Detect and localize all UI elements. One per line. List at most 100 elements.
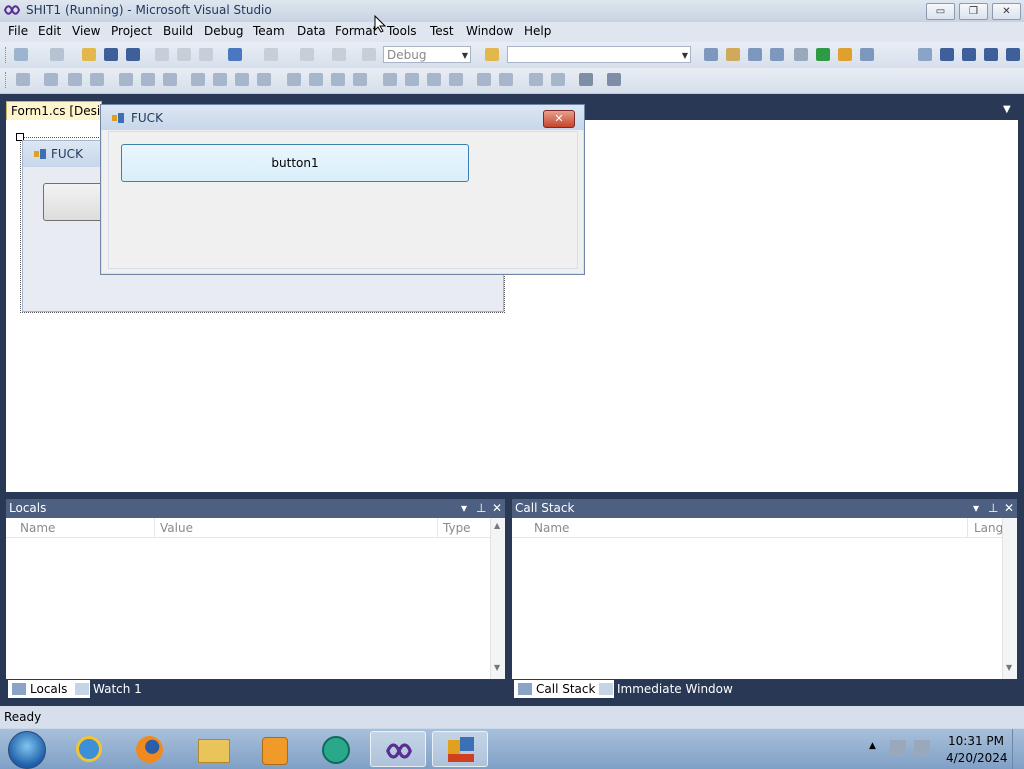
windows-form-app-icon[interactable]: [432, 731, 488, 767]
restore-button[interactable]: ❐: [959, 3, 988, 20]
add-item-icon[interactable]: [50, 48, 64, 61]
menu-debug[interactable]: Debug: [204, 24, 243, 38]
locals-close-icon[interactable]: ✕: [492, 499, 502, 518]
save-all-icon[interactable]: [126, 48, 140, 61]
remove-horizontal-spacing-icon[interactable]: [353, 73, 367, 86]
redo-icon[interactable]: [264, 48, 278, 61]
menu-project[interactable]: Project: [111, 24, 152, 38]
center-vertically-icon[interactable]: [499, 73, 513, 86]
align-middles-icon[interactable]: [141, 73, 155, 86]
cut-icon[interactable]: [155, 48, 169, 61]
menu-view[interactable]: View: [72, 24, 100, 38]
lock-controls-icon[interactable]: [607, 73, 621, 86]
tab-form1-design[interactable]: Form1.cs [Design]: [6, 101, 102, 120]
make-same-width-icon[interactable]: [191, 73, 205, 86]
clock-time[interactable]: 10:31 PM: [948, 734, 1004, 748]
media-player-icon[interactable]: [246, 731, 302, 767]
menu-format[interactable]: Format: [335, 24, 377, 38]
locals-pin-icon[interactable]: ⊥: [476, 499, 486, 518]
horizontal-spacing-equal-icon[interactable]: [287, 73, 301, 86]
show-hidden-icons-icon[interactable]: ▲: [869, 741, 876, 751]
navigate-forward-icon[interactable]: [332, 48, 346, 61]
align-bottoms-icon[interactable]: [163, 73, 177, 86]
find-combo[interactable]: ▼: [507, 46, 691, 63]
start-debugging-icon[interactable]: [362, 48, 376, 61]
running-form-close-button[interactable]: ✕: [543, 110, 575, 128]
align-tops-icon[interactable]: [119, 73, 133, 86]
make-same-height-icon[interactable]: [213, 73, 227, 86]
callstack-scrollbar[interactable]: ▼: [1002, 518, 1017, 679]
document-list-dropdown-icon[interactable]: ▼: [1003, 104, 1011, 115]
align-lefts-icon[interactable]: [44, 73, 58, 86]
callstack-close-icon[interactable]: ✕: [1004, 499, 1014, 518]
locals-col-type[interactable]: Type: [438, 518, 490, 538]
menu-help[interactable]: Help: [524, 24, 551, 38]
stop-debugging-icon[interactable]: [962, 48, 976, 61]
show-next-statement-icon[interactable]: [1006, 48, 1020, 61]
open-file-icon[interactable]: [82, 48, 96, 61]
paste-icon[interactable]: [199, 48, 213, 61]
properties-icon[interactable]: [726, 48, 740, 61]
align-rights-icon[interactable]: [90, 73, 104, 86]
close-button[interactable]: ✕: [992, 3, 1021, 20]
menu-test[interactable]: Test: [430, 24, 454, 38]
size-to-grid-icon[interactable]: [257, 73, 271, 86]
tab-order-icon[interactable]: [579, 73, 593, 86]
menu-edit[interactable]: Edit: [38, 24, 61, 38]
menu-build[interactable]: Build: [163, 24, 193, 38]
send-to-back-icon[interactable]: [551, 73, 565, 86]
toolbox-icon[interactable]: [770, 48, 784, 61]
increase-vertical-spacing-icon[interactable]: [405, 73, 419, 86]
solution-configuration-select[interactable]: Debug ▼: [383, 46, 471, 63]
visual-studio-icon[interactable]: [370, 731, 426, 767]
volume-muted-icon[interactable]: [914, 740, 930, 756]
locals-col-value[interactable]: Value: [155, 518, 438, 538]
align-to-grid-icon[interactable]: [16, 73, 30, 86]
scroll-down-icon[interactable]: ▼: [1006, 663, 1012, 672]
toolbar-grip[interactable]: [5, 47, 9, 63]
tab-immediate-window[interactable]: Immediate Window: [595, 680, 747, 698]
clock-date[interactable]: 4/20/2024: [946, 751, 1008, 765]
menu-tools[interactable]: Tools: [387, 24, 417, 38]
menu-file[interactable]: File: [8, 24, 28, 38]
design-button1[interactable]: [43, 183, 105, 221]
locals-scrollbar[interactable]: ▲ ▼: [490, 518, 505, 679]
minimize-button[interactable]: ▭: [926, 3, 955, 20]
menu-team[interactable]: Team: [253, 24, 285, 38]
menu-data[interactable]: Data: [297, 24, 326, 38]
restart-icon[interactable]: [984, 48, 998, 61]
firefox-icon[interactable]: [122, 731, 178, 767]
internet-explorer-icon[interactable]: [62, 731, 118, 767]
remove-vertical-spacing-icon[interactable]: [449, 73, 463, 86]
solution-explorer-icon[interactable]: [704, 48, 718, 61]
class-view-icon[interactable]: [838, 48, 852, 61]
callstack-col-name[interactable]: Name: [512, 518, 968, 538]
extension-manager-icon[interactable]: [794, 48, 808, 61]
copy-icon[interactable]: [177, 48, 191, 61]
start-page-icon[interactable]: [816, 48, 830, 61]
button1[interactable]: button1: [121, 144, 469, 182]
new-project-icon[interactable]: [14, 48, 28, 61]
callstack-pin-icon[interactable]: ⊥: [988, 499, 998, 518]
command-window-icon[interactable]: [860, 48, 874, 61]
locals-dropdown-icon[interactable]: ▾: [461, 499, 467, 518]
locals-col-name[interactable]: Name: [6, 518, 155, 538]
break-all-icon[interactable]: [940, 48, 954, 61]
save-icon[interactable]: [104, 48, 118, 61]
menu-window[interactable]: Window: [466, 24, 513, 38]
network-icon[interactable]: [890, 740, 906, 756]
find-in-files-icon[interactable]: [485, 48, 499, 61]
undo-icon[interactable]: [228, 48, 242, 61]
decrease-horizontal-spacing-icon[interactable]: [331, 73, 345, 86]
object-browser-icon[interactable]: [748, 48, 762, 61]
toolbar-grip[interactable]: [5, 72, 9, 88]
running-form-window[interactable]: FUCK ✕ button1: [100, 104, 585, 275]
file-explorer-icon[interactable]: [184, 731, 240, 767]
decrease-vertical-spacing-icon[interactable]: [427, 73, 441, 86]
scroll-down-icon[interactable]: ▼: [494, 663, 500, 672]
center-horizontally-icon[interactable]: [477, 73, 491, 86]
scroll-up-icon[interactable]: ▲: [494, 521, 500, 530]
callstack-dropdown-icon[interactable]: ▾: [973, 499, 979, 518]
show-desktop-button[interactable]: [1012, 729, 1024, 769]
start-orb-icon[interactable]: [8, 731, 46, 769]
